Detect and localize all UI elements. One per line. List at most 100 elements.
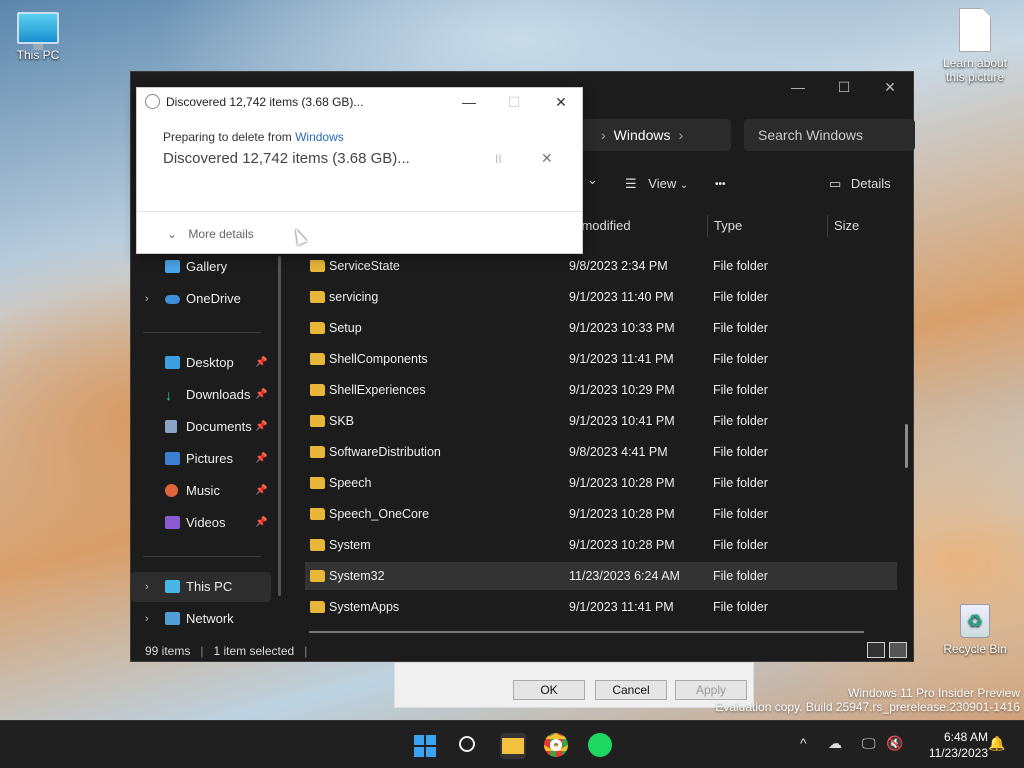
folder-icon [310, 415, 325, 427]
details-view-button[interactable] [867, 642, 885, 658]
sidebar-item-gallery[interactable]: Gallery [131, 252, 271, 282]
desktop-icon-recycle-bin[interactable]: ♻ Recycle Bin [935, 604, 1015, 656]
table-row[interactable]: SystemApps 9/1/2023 11:41 PM File folder [305, 593, 897, 621]
pin-icon[interactable]: 📌 [255, 476, 267, 506]
cancel-operation-button[interactable]: ✕ [541, 150, 553, 167]
file-name: System [329, 538, 371, 552]
pin-icon[interactable]: 📌 [255, 380, 267, 410]
sidebar-item-onedrive[interactable]: › OneDrive [131, 284, 271, 314]
table-row[interactable]: Setup 9/1/2023 10:33 PM File folder [305, 314, 897, 342]
maximize-button[interactable]: ☐ [821, 72, 867, 102]
details-pane-button[interactable]: ▭ Details [829, 176, 891, 192]
sidebar-item-this-pc[interactable]: › This PC [131, 572, 271, 602]
spotify-icon [588, 733, 612, 757]
table-row[interactable]: SKB 9/1/2023 10:41 PM File folder [305, 407, 897, 435]
horizontal-scrollbar[interactable] [309, 631, 864, 633]
search-button[interactable] [456, 733, 482, 759]
spotify-taskbar-button[interactable] [588, 733, 614, 759]
table-row[interactable]: Speech_OneCore 9/1/2023 10:28 PM File fold… [305, 500, 897, 528]
sort-chevron-icon[interactable]: ⌄ [587, 172, 598, 188]
cloud-icon [165, 295, 180, 304]
network-icon[interactable]: 🖵 [862, 735, 876, 752]
cancel-button[interactable]: Cancel [595, 680, 667, 700]
sidebar-item-desktop[interactable]: Desktop 📌 [131, 348, 271, 378]
table-row[interactable]: ShellComponents 9/1/2023 11:41 PM File fol… [305, 345, 897, 373]
notification-bell-icon[interactable]: 🔔 [988, 735, 1005, 752]
file-date: 9/8/2023 4:41 PM [569, 445, 668, 459]
chrome-taskbar-button[interactable] [544, 733, 570, 759]
network-icon [165, 612, 180, 625]
volume-muted-icon[interactable]: 🔇 [886, 735, 903, 752]
tiles-view-button[interactable] [889, 642, 907, 658]
documents-icon [165, 420, 177, 433]
file-name: ServiceState [329, 259, 400, 273]
sidebar-item-label: Network [186, 611, 234, 626]
pin-icon[interactable]: 📌 [255, 348, 267, 378]
selection-count: 1 item selected [213, 644, 295, 658]
breadcrumb-windows[interactable]: Windows [614, 127, 671, 143]
column-header-size[interactable]: Size [827, 215, 907, 237]
layout-toggle [867, 642, 907, 658]
sidebar-item-label: Music [186, 483, 220, 498]
system-clock[interactable]: 6:48 AM 11/23/2023 [929, 729, 988, 761]
pin-icon[interactable]: 📌 [255, 444, 267, 474]
table-row[interactable]: ServiceState 9/8/2023 2:34 PM File folder [305, 252, 897, 280]
ok-button[interactable]: OK [513, 680, 585, 700]
chevron-right-icon[interactable]: › [145, 572, 149, 602]
more-options-button[interactable]: ••• [715, 179, 726, 190]
minimize-button[interactable]: — [775, 72, 821, 102]
sidebar-item-pictures[interactable]: Pictures 📌 [131, 444, 271, 474]
table-row[interactable]: servicing 9/1/2023 11:40 PM File folder [305, 283, 897, 311]
address-bar[interactable]: › Windows › [581, 119, 731, 151]
show-hidden-icons-button[interactable]: ^ [800, 735, 807, 751]
sidebar-item-music[interactable]: Music 📌 [131, 476, 271, 506]
table-row[interactable]: System 9/1/2023 10:28 PM File folder [305, 531, 897, 559]
gallery-icon [165, 260, 180, 273]
sidebar-item-network[interactable]: › Network [131, 604, 271, 634]
pin-icon[interactable]: 📌 [255, 508, 267, 538]
sidebar-item-label: Desktop [186, 355, 234, 370]
breadcrumb-chevron-icon[interactable]: › [678, 127, 683, 143]
file-date: 9/1/2023 11:40 PM [569, 290, 674, 304]
desktop-icon-this-pc[interactable]: This PC [0, 12, 78, 62]
preparing-text: Preparing to delete from Windows [163, 130, 344, 144]
sidebar-item-videos[interactable]: Videos 📌 [131, 508, 271, 538]
file-type: File folder [713, 569, 768, 583]
pin-icon[interactable]: 📌 [255, 412, 267, 442]
sidebar-item-label: Gallery [186, 259, 228, 274]
sidebar-scrollbar[interactable] [278, 256, 281, 596]
file-explorer-taskbar-button[interactable] [500, 733, 526, 759]
source-folder-link[interactable]: Windows [295, 130, 344, 144]
file-name: Speech_OneCore [329, 507, 430, 521]
preparing-label: Preparing to delete from [163, 130, 292, 144]
file-name: SKB [329, 414, 355, 428]
view-label: View [648, 176, 677, 191]
column-header-type[interactable]: Type [707, 215, 827, 237]
view-menu-button[interactable]: ☰ View ⌄ [625, 176, 688, 192]
chevron-right-icon[interactable]: › [145, 284, 149, 314]
table-row[interactable]: System32 11/23/2023 6:24 AM File folder [305, 562, 897, 590]
download-icon: ↓ [165, 387, 172, 403]
close-button[interactable]: ✕ [867, 72, 913, 102]
minimize-button[interactable]: — [449, 88, 489, 116]
file-name: SoftwareDistribution [329, 445, 441, 459]
close-button[interactable]: ✕ [541, 88, 581, 116]
folder-icon [310, 477, 325, 489]
file-name: Setup [329, 321, 362, 335]
onedrive-offline-icon[interactable]: ☁ [828, 735, 842, 752]
file-list-scrollbar[interactable] [905, 424, 908, 468]
desktop-icon-learn-picture[interactable]: Learn about this picture [935, 8, 1015, 84]
more-details-toggle[interactable]: ⌄ More details [167, 227, 254, 241]
start-button[interactable] [412, 733, 438, 759]
file-type: File folder [713, 259, 768, 273]
pause-button[interactable]: II [495, 152, 502, 166]
file-date: 9/1/2023 10:28 PM [569, 507, 675, 521]
file-date: 11/23/2023 6:24 AM [569, 569, 680, 583]
sidebar-item-downloads[interactable]: ↓ Downloads 📌 [131, 380, 271, 410]
chevron-right-icon[interactable]: › [145, 604, 149, 634]
table-row[interactable]: SoftwareDistribution 9/8/2023 4:41 PM File… [305, 438, 897, 466]
table-row[interactable]: Speech 9/1/2023 10:28 PM File folder [305, 469, 897, 497]
search-input[interactable]: Search Windows [744, 119, 915, 151]
table-row[interactable]: ShellExperiences 9/1/2023 10:29 PM File fo… [305, 376, 897, 404]
sidebar-item-documents[interactable]: Documents 📌 [131, 412, 271, 442]
